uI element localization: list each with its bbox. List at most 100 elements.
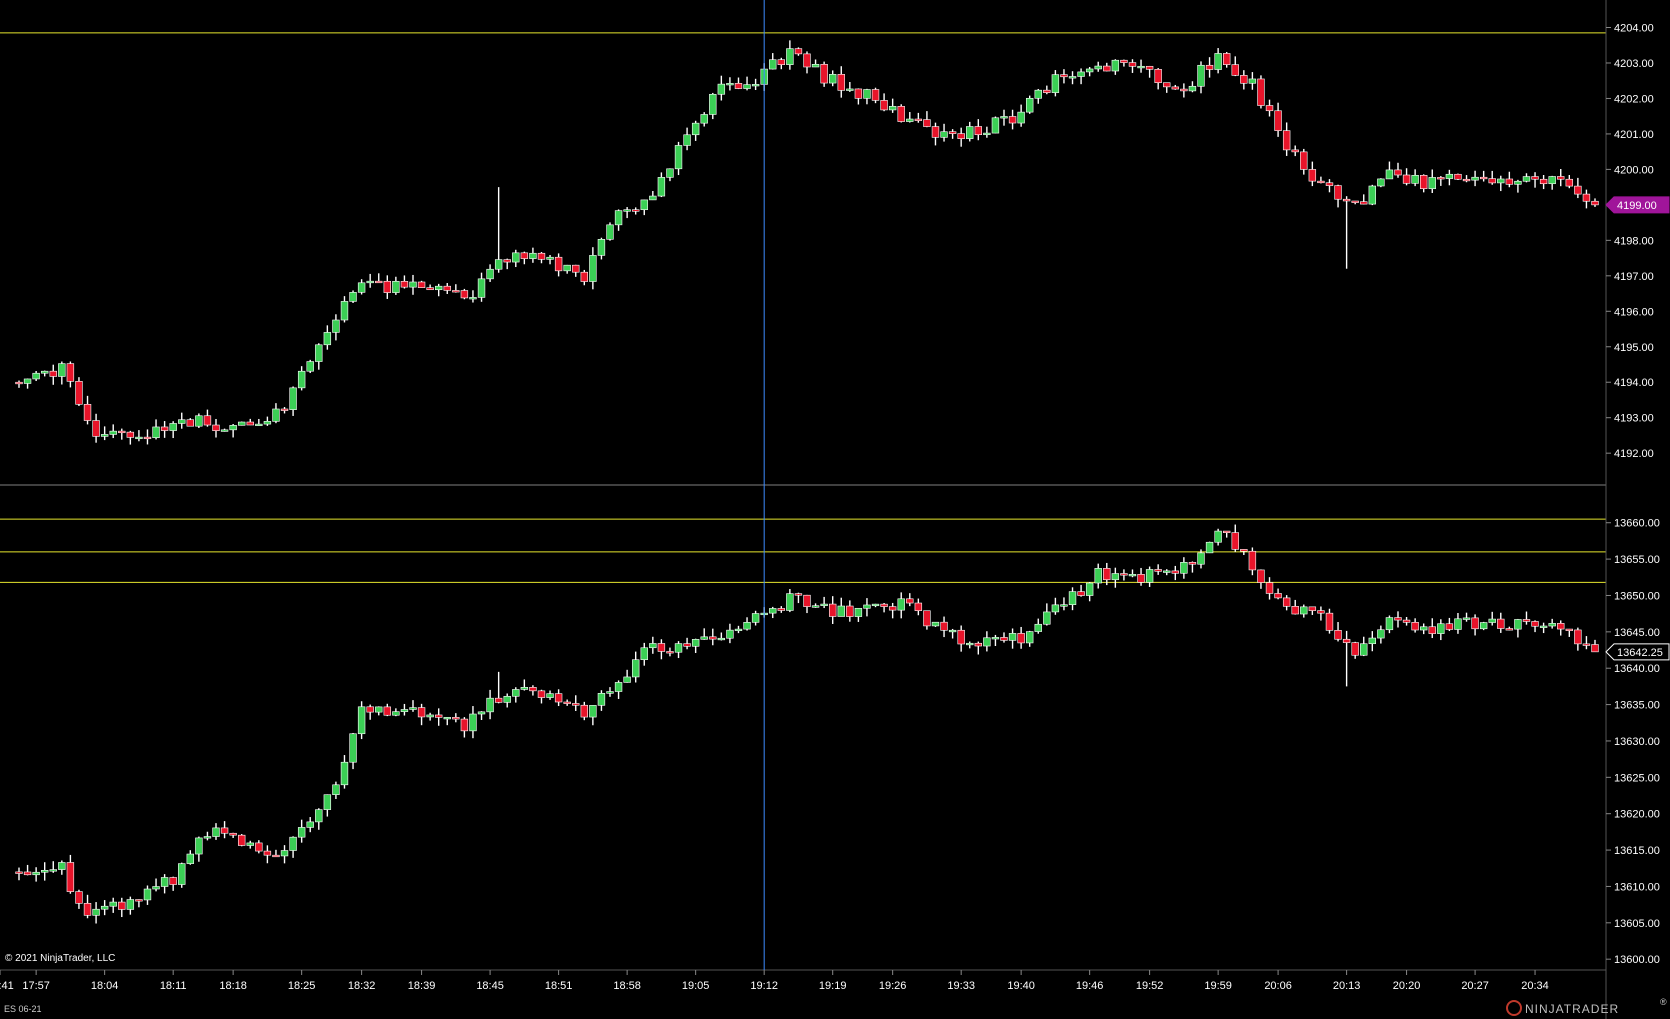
candle-body-up <box>1068 76 1077 79</box>
candle-body-up <box>863 89 871 99</box>
candle-body-up <box>349 733 357 763</box>
price-tick-label: 13660.00 <box>1614 518 1660 530</box>
candle-body-up <box>297 370 306 389</box>
candle-body-up <box>1197 64 1205 87</box>
candle-body-down <box>1317 180 1325 184</box>
candle-body-down <box>794 48 803 55</box>
candle-body-up <box>906 118 914 122</box>
candle-body-up <box>195 837 203 855</box>
candle-body-down <box>897 106 905 122</box>
candle-body-down <box>434 714 443 718</box>
candle-body-down <box>1325 182 1334 186</box>
candle-body-down <box>948 131 957 134</box>
ninjatrader-brand: NINJATRADER <box>1525 1002 1619 1016</box>
candle-body-up <box>340 761 349 786</box>
candle-body-down <box>417 281 426 288</box>
candle-body-up <box>392 711 400 716</box>
candle-body-up <box>1385 617 1394 631</box>
price-tick-label: 13650.00 <box>1614 590 1660 602</box>
candle-body-down <box>1497 618 1505 629</box>
candle-body-down <box>1274 593 1282 599</box>
candle-body-up <box>263 421 272 425</box>
candle-body-up <box>297 827 306 838</box>
candle-body-up <box>657 177 666 197</box>
candle-body-up <box>623 676 631 683</box>
candle-body-down <box>1240 549 1248 552</box>
candle-body-up <box>220 429 229 432</box>
candle-body-up <box>323 332 332 346</box>
candle-body-down <box>1222 530 1231 533</box>
candle-body-up <box>323 794 332 810</box>
candle-body-down <box>828 603 837 617</box>
candle-body-down <box>974 126 983 136</box>
candle-body-up <box>606 224 614 240</box>
price-tick-label: 13610.00 <box>1614 881 1660 893</box>
candle-body-down <box>1582 643 1591 646</box>
candle-body-up <box>92 908 100 916</box>
candle-body-up <box>40 870 49 873</box>
candle-body-down <box>631 209 640 212</box>
candle-body-up <box>486 697 494 713</box>
candle-body-up <box>1137 65 1145 69</box>
candle-body-down <box>1077 591 1085 596</box>
candle-body-down <box>494 697 503 703</box>
time-tick-label: 18:45 <box>476 980 504 992</box>
candle-body-down <box>1154 569 1162 572</box>
last-price-badge: 4199.00 <box>1605 196 1670 214</box>
candle-body-down <box>1274 110 1282 131</box>
candle-body-down <box>1488 178 1496 184</box>
candle-body-up <box>1128 574 1137 577</box>
ninjatrader-brand-mark: ® <box>1660 997 1667 1007</box>
candle <box>237 421 246 426</box>
candle-body-down <box>15 381 23 385</box>
candle-body-down <box>1265 582 1274 594</box>
candle-body-up <box>434 285 443 291</box>
candle-body-down <box>452 290 460 293</box>
candle-body-up <box>597 239 606 256</box>
candle-body-down <box>1437 177 1445 180</box>
time-tick-label: 18:32 <box>348 980 376 992</box>
candle-body-up <box>255 423 263 427</box>
candle-body-up <box>743 622 751 630</box>
candle-body-down <box>203 415 212 426</box>
candle-body-up <box>751 84 760 87</box>
candle-body-up <box>640 199 648 211</box>
candle-body-down <box>1103 568 1111 581</box>
candle-body-down <box>1325 612 1334 631</box>
candle-body-down <box>272 854 280 858</box>
candle-body-down <box>572 264 580 273</box>
time-tick-label: 18:39 <box>408 980 436 992</box>
candle-body-up <box>477 711 486 715</box>
candle-body-down <box>66 363 75 382</box>
candle <box>1205 541 1214 554</box>
candle-body-up <box>854 607 863 617</box>
candle-body-up <box>743 84 751 89</box>
candle-body-down <box>460 290 469 299</box>
candle-body-up <box>691 122 700 136</box>
candle-body-down <box>1394 617 1402 621</box>
candle-body-down <box>880 603 888 607</box>
candle-body-up <box>160 877 169 887</box>
price-tick-label: 4193.00 <box>1614 413 1654 425</box>
candle-body-down <box>1171 570 1180 574</box>
price-tick-label: 4198.00 <box>1614 235 1654 247</box>
candle-body-up <box>1300 606 1308 615</box>
candle-body-up <box>178 419 186 424</box>
candle-body-down <box>417 707 426 718</box>
price-tick-label: 4192.00 <box>1614 448 1654 460</box>
candle-body-down <box>1231 532 1239 550</box>
candle-body-down <box>1008 116 1017 124</box>
chart-canvas[interactable]: 4192.00 4193.00 4194.00 4195.00 4196.00 4197.… <box>0 0 1670 1019</box>
candle-body-down <box>1591 200 1599 206</box>
time-tick-label: 19:40 <box>1007 980 1035 992</box>
candle-body-up <box>837 605 845 617</box>
candle-body-up <box>983 637 991 647</box>
price-tick-label: 4194.00 <box>1614 377 1654 389</box>
candle-body-up <box>1377 629 1385 639</box>
candle-body-down <box>83 404 92 421</box>
candle-body-up <box>863 604 871 609</box>
candle-body-down <box>1128 62 1137 67</box>
candle-body-down <box>1300 151 1308 170</box>
candle-body-up <box>769 608 777 614</box>
candle-body-down <box>709 636 717 640</box>
